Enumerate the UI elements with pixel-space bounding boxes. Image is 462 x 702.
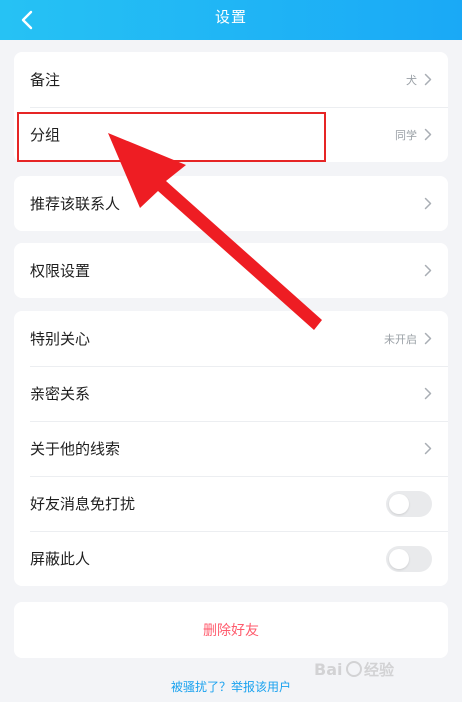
svg-text:经验: 经验 — [364, 661, 395, 679]
annotation-arrow — [108, 133, 322, 330]
watermark-logo: Bai 经验 — [314, 660, 395, 679]
svg-text:Bai: Bai — [314, 660, 342, 679]
